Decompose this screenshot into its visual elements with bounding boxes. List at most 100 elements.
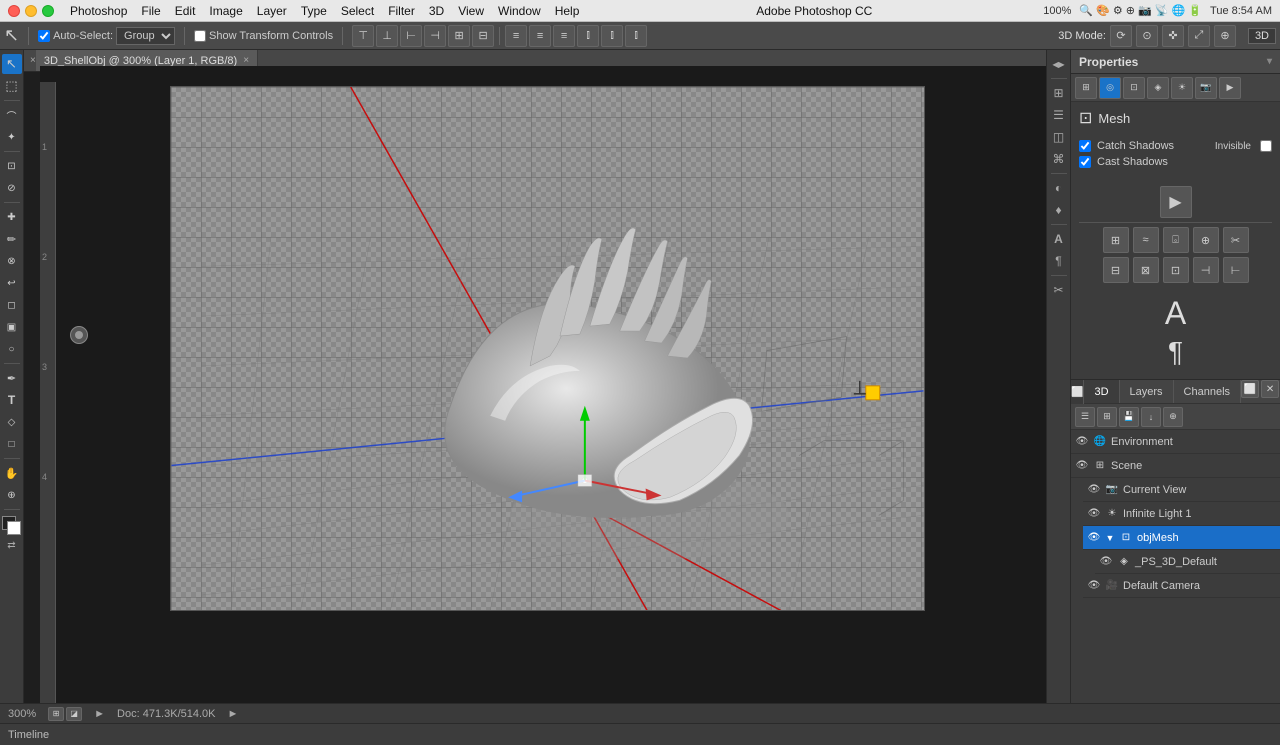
view-btn-2[interactable]: ◪ — [66, 707, 82, 721]
eyedropper-tool[interactable]: ⊘ — [2, 178, 22, 198]
menu-help[interactable]: Help — [549, 2, 586, 20]
view-btn-1[interactable]: ⊞ — [48, 707, 64, 721]
catch-shadows-checkbox[interactable] — [1079, 140, 1091, 152]
eye-environment[interactable]: 👁 — [1075, 435, 1089, 449]
eye-default-camera[interactable]: 👁 — [1087, 579, 1101, 593]
dist-bottom[interactable]: ≡ — [553, 25, 575, 47]
layer-ps-3d-default[interactable]: 👁 ◈ _PS_3D_Default — [1095, 550, 1280, 574]
layer-current-view[interactable]: 👁 📷 Current View — [1083, 478, 1280, 502]
tab-3d[interactable]: 3D — [1084, 380, 1119, 403]
prop-light-icon[interactable]: ☀ — [1171, 77, 1193, 99]
icon-btn-10[interactable]: ⊢ — [1223, 257, 1249, 283]
lasso-tool[interactable]: ⌒ — [2, 105, 22, 125]
layer-default-camera[interactable]: 👁 🎥 Default Camera — [1083, 574, 1280, 598]
invisible-checkbox[interactable] — [1260, 140, 1272, 152]
menu-view[interactable]: View — [452, 2, 490, 20]
heal-tool[interactable]: ✚ — [2, 207, 22, 227]
hand-tool[interactable]: ✋ — [2, 463, 22, 483]
menu-type[interactable]: Type — [295, 2, 333, 20]
layer-obj-mesh[interactable]: 👁 ▼ ⊡ objMesh — [1083, 526, 1280, 550]
layer-environment[interactable]: 👁 🌐 Environment — [1071, 430, 1280, 454]
crop-tool[interactable]: ⊡ — [2, 156, 22, 176]
prop-filter-icon[interactable]: ⊞ — [1075, 77, 1097, 99]
type-icon[interactable]: A — [1049, 229, 1069, 249]
dist-left[interactable]: ⫾ — [577, 25, 599, 47]
eraser-tool[interactable]: ◻ — [2, 295, 22, 315]
layer-scene[interactable]: 👁 ⊞ Scene — [1071, 454, 1280, 478]
eye-scene[interactable]: 👁 — [1075, 459, 1089, 473]
progress-expand[interactable]: ► — [228, 708, 239, 720]
panel-size-toggle[interactable]: ⬜ — [1071, 380, 1084, 404]
magic-wand-tool[interactable]: ✦ — [2, 127, 22, 147]
menu-window[interactable]: Window — [492, 2, 547, 20]
3d-roll-btn[interactable]: ⊙ — [1136, 25, 1158, 47]
tab-channels[interactable]: Channels — [1174, 380, 1241, 403]
paths-icon[interactable]: ⌘ — [1049, 149, 1069, 169]
history-tool[interactable]: ↩ — [2, 273, 22, 293]
selection-tool[interactable]: ⬚ — [2, 76, 22, 96]
color-picker[interactable] — [2, 516, 22, 536]
align-right[interactable]: ⊟ — [472, 25, 494, 47]
expand-status[interactable]: ► — [94, 708, 105, 720]
styles-icon[interactable]: ♦ — [1049, 200, 1069, 220]
brush-tool[interactable]: ✏ — [2, 229, 22, 249]
new-group-btn[interactable]: ⊞ — [1097, 407, 1117, 427]
show-transform-checkbox[interactable] — [194, 30, 206, 42]
eye-infinite-light[interactable]: 👁 — [1087, 507, 1101, 521]
close-panel-btn[interactable]: ✕ — [1261, 380, 1279, 398]
auto-select-dropdown[interactable]: Group Layer — [116, 27, 175, 45]
timeline-label[interactable]: Timeline — [8, 729, 49, 741]
minimize-button[interactable] — [25, 5, 37, 17]
channels-icon[interactable]: ◫ — [1049, 127, 1069, 147]
eye-obj-mesh[interactable]: 👁 — [1087, 531, 1101, 545]
align-bottom[interactable]: ⊢ — [400, 25, 422, 47]
layer-settings-btn[interactable]: ↓ — [1141, 407, 1161, 427]
panel-toggle-btn[interactable]: ◀▶ — [1049, 54, 1069, 74]
align-hmid[interactable]: ⊞ — [448, 25, 470, 47]
expand-obj-mesh[interactable]: ▼ — [1104, 532, 1116, 544]
swap-colors-icon[interactable]: ⇄ — [7, 540, 15, 551]
type-tool[interactable]: T — [2, 390, 22, 410]
3d-panel-icon[interactable]: ⊞ — [1049, 83, 1069, 103]
view-indicator[interactable] — [70, 326, 88, 344]
path-tool[interactable]: ◇ — [2, 412, 22, 432]
prop-camera-icon[interactable]: 📷 — [1195, 77, 1217, 99]
properties-collapse[interactable]: ▾ — [1267, 56, 1272, 67]
menu-select[interactable]: Select — [335, 2, 380, 20]
prop-mesh-icon[interactable]: ⊡ — [1123, 77, 1145, 99]
layer-infinite-light[interactable]: 👁 ☀ Infinite Light 1 — [1083, 502, 1280, 526]
icon-btn-6[interactable]: ⊟ — [1103, 257, 1129, 283]
cast-shadows-checkbox[interactable] — [1079, 156, 1091, 168]
icon-btn-4[interactable]: ⊕ — [1193, 227, 1219, 253]
eye-ps-3d-default[interactable]: 👁 — [1099, 555, 1113, 569]
pen-tool[interactable]: ✒ — [2, 368, 22, 388]
maximize-button[interactable] — [42, 5, 54, 17]
prop-3d-icon[interactable]: ◎ — [1099, 77, 1121, 99]
dist-top[interactable]: ≡ — [505, 25, 527, 47]
close-button[interactable] — [8, 5, 20, 17]
menu-photoshop[interactable]: Photoshop — [64, 2, 133, 20]
layer-plus-btn[interactable]: ⊕ — [1163, 407, 1183, 427]
scissors-icon[interactable]: ✂ — [1049, 280, 1069, 300]
adjustments-icon[interactable]: ◐ — [1049, 178, 1069, 198]
icon-btn-3[interactable]: ⌺ — [1163, 227, 1189, 253]
3d-rotate-btn[interactable]: ⟳ — [1110, 25, 1132, 47]
paragraph-icon[interactable]: ¶ — [1049, 251, 1069, 271]
menu-edit[interactable]: Edit — [169, 2, 202, 20]
zoom-tool[interactable]: ⊕ — [2, 485, 22, 505]
3d-pan-btn[interactable]: ✜ — [1162, 25, 1184, 47]
expand-panel-btn[interactable]: ⬜ — [1241, 380, 1259, 398]
menu-filter[interactable]: Filter — [382, 2, 421, 20]
align-left[interactable]: ⊣ — [424, 25, 446, 47]
3d-slide-btn[interactable]: ⤢ — [1188, 25, 1210, 47]
play-btn[interactable]: ▶ — [1160, 186, 1192, 218]
menu-image[interactable]: Image — [203, 2, 248, 20]
icon-btn-9[interactable]: ⊣ — [1193, 257, 1219, 283]
menu-layer[interactable]: Layer — [251, 2, 293, 20]
prop-render-icon[interactable]: ▶ — [1219, 77, 1241, 99]
auto-select-checkbox[interactable] — [38, 30, 50, 42]
dist-vmid[interactable]: ≡ — [529, 25, 551, 47]
clone-tool[interactable]: ⊗ — [2, 251, 22, 271]
layers-icon[interactable]: ☰ — [1049, 105, 1069, 125]
tab-layers[interactable]: Layers — [1120, 380, 1174, 403]
